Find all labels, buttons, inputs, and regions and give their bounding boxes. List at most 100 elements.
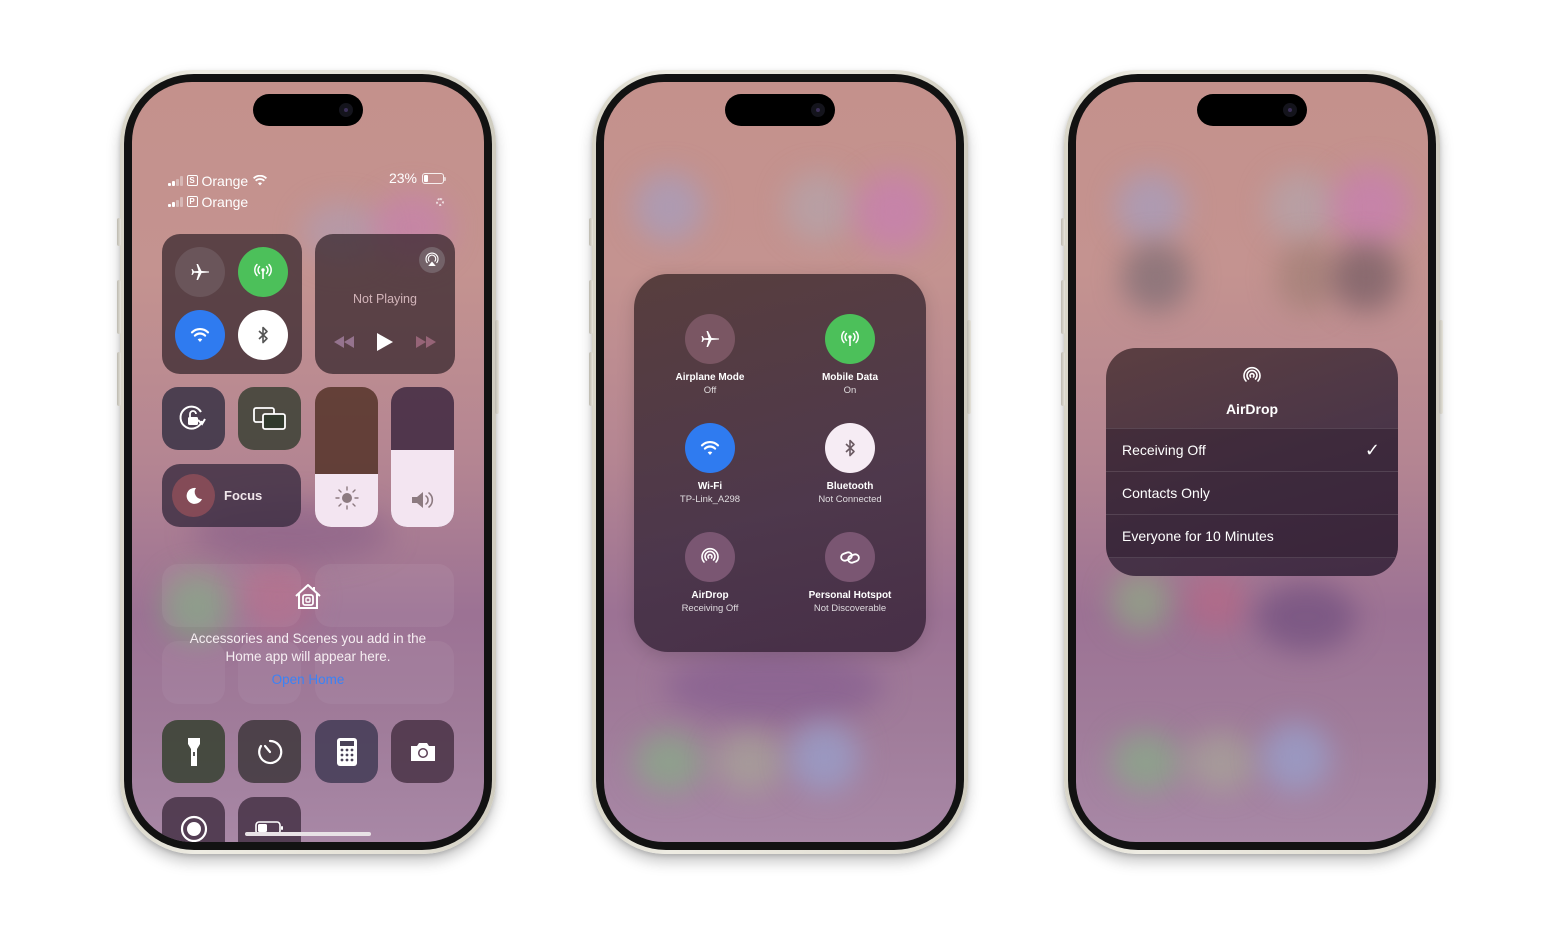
screen: S Orange P Orange 23% Not Playing Focus … [132, 82, 484, 842]
antenna-icon [841, 330, 859, 346]
volume-slider[interactable] [391, 387, 454, 527]
airdrop-toggle[interactable] [685, 532, 735, 582]
home-icon [295, 584, 321, 609]
status-bar: S Orange P Orange 23% [168, 170, 446, 212]
placeholder-tile [315, 564, 454, 627]
mobile-data-label: Mobile Data [821, 372, 879, 383]
orientation-lock-button[interactable] [162, 387, 225, 450]
volume-up-button [589, 280, 593, 334]
signal-strength-icon [168, 175, 183, 186]
play-icon [377, 333, 393, 351]
airplane-mode-item[interactable]: Airplane Mode Off [640, 314, 780, 396]
camera-button[interactable] [391, 720, 454, 783]
bluetooth-icon [845, 439, 855, 457]
side-button [495, 320, 499, 414]
airdrop-option-contacts-only[interactable]: Contacts Only [1106, 472, 1398, 515]
rewind-button[interactable] [333, 335, 355, 354]
airplay-icon [425, 252, 439, 266]
record-icon [180, 815, 208, 842]
bluetooth-toggle[interactable] [825, 423, 875, 473]
wifi-item[interactable]: Wi-Fi TP-Link_A298 [640, 423, 780, 505]
wifi-toggle[interactable] [685, 423, 735, 473]
flashlight-button[interactable] [162, 720, 225, 783]
now-playing-tile[interactable]: Not Playing [315, 234, 455, 374]
dynamic-island [1197, 94, 1307, 126]
option-label: Receiving Off [1122, 442, 1206, 458]
airplane-mode-toggle[interactable] [685, 314, 735, 364]
connectivity-panel: Airplane Mode Off Mobile Data On Wi-Fi T… [634, 274, 926, 652]
airdrop-status: Receiving Off [681, 603, 739, 614]
home-indicator[interactable] [245, 832, 371, 836]
bluetooth-item[interactable]: Bluetooth Not Connected [780, 423, 920, 505]
option-label: Everyone for 10 Minutes [1122, 528, 1274, 544]
side-button [1439, 320, 1443, 414]
connectivity-tile[interactable] [162, 234, 302, 374]
bluetooth-label: Bluetooth [826, 481, 874, 492]
action-button [117, 218, 121, 246]
mobile-data-toggle[interactable] [238, 247, 288, 297]
volume-down-button [1061, 352, 1065, 406]
bluetooth-toggle[interactable] [238, 310, 288, 360]
airdrop-menu-header: AirDrop [1106, 348, 1398, 428]
airdrop-menu: AirDrop Receiving Off ✓ Contacts Only Ev… [1106, 348, 1398, 576]
rewind-icon [334, 336, 354, 348]
personal-hotspot-label: Personal Hotspot [808, 590, 892, 601]
front-camera [1283, 103, 1297, 117]
bluetooth-status: Not Connected [818, 494, 882, 505]
side-button [967, 320, 971, 414]
antenna-icon [254, 263, 272, 279]
mobile-data-item[interactable]: Mobile Data On [780, 314, 920, 396]
volume-down-button [589, 352, 593, 406]
phone-airdrop-menu: AirDrop Receiving Off ✓ Contacts Only Ev… [1061, 70, 1443, 854]
orientation-lock-icon [179, 405, 206, 430]
airdrop-item[interactable]: AirDrop Receiving Off [640, 532, 780, 614]
fast-forward-button[interactable] [415, 335, 437, 354]
checkmark-icon: ✓ [1364, 439, 1380, 460]
airplane-icon [701, 331, 719, 347]
hotspot-icon [840, 551, 860, 564]
sim-badge: S [186, 175, 198, 186]
play-button[interactable] [376, 332, 394, 357]
screen: AirDrop Receiving Off ✓ Contacts Only Ev… [1076, 82, 1428, 842]
home-message-line-2: Home app will appear here. [225, 649, 391, 664]
timer-button[interactable] [238, 720, 301, 783]
battery-percent: 23% [388, 170, 417, 186]
wifi-icon [253, 175, 268, 186]
action-button [1061, 218, 1065, 246]
airdrop-icon [701, 547, 719, 563]
focus-button[interactable]: Focus [162, 464, 301, 527]
sim-badge: P [186, 196, 198, 207]
signal-strength-icon [168, 196, 183, 207]
open-home-link[interactable]: Open Home [272, 672, 345, 687]
sun-icon [334, 486, 359, 510]
carrier-name: Orange [201, 193, 249, 210]
airplay-button[interactable] [419, 247, 445, 273]
wifi-toggle[interactable] [175, 310, 225, 360]
airplane-icon [191, 264, 209, 280]
airdrop-options: Receiving Off ✓ Contacts Only Everyone f… [1106, 428, 1398, 558]
placeholder-tile [162, 564, 301, 627]
front-camera [339, 103, 353, 117]
mobile-data-status: On [843, 385, 857, 396]
calculator-button[interactable] [315, 720, 378, 783]
volume-up-button [117, 280, 121, 334]
timer-icon [258, 739, 283, 765]
personal-hotspot-toggle[interactable] [825, 532, 875, 582]
now-playing-label: Not Playing [353, 292, 417, 306]
brightness-slider[interactable] [315, 387, 378, 527]
airdrop-option-receiving-off[interactable]: Receiving Off ✓ [1106, 429, 1398, 472]
option-label: Contacts Only [1122, 485, 1210, 501]
mobile-data-toggle[interactable] [825, 314, 875, 364]
wifi-label: Wi-Fi [697, 481, 723, 492]
airdrop-option-everyone-10-min[interactable]: Everyone for 10 Minutes [1106, 515, 1398, 558]
screen-recording-button[interactable] [162, 797, 225, 842]
focus-moon-circle [172, 474, 215, 517]
airplane-mode-toggle[interactable] [175, 247, 225, 297]
personal-hotspot-item[interactable]: Personal Hotspot Not Discoverable [780, 532, 920, 614]
volume-down-button [117, 352, 121, 406]
screen-mirroring-button[interactable] [238, 387, 301, 450]
action-button [589, 218, 593, 246]
airplane-mode-status: Off [703, 385, 717, 396]
volume-up-button [1061, 280, 1065, 334]
carrier-name: Orange [201, 172, 249, 189]
